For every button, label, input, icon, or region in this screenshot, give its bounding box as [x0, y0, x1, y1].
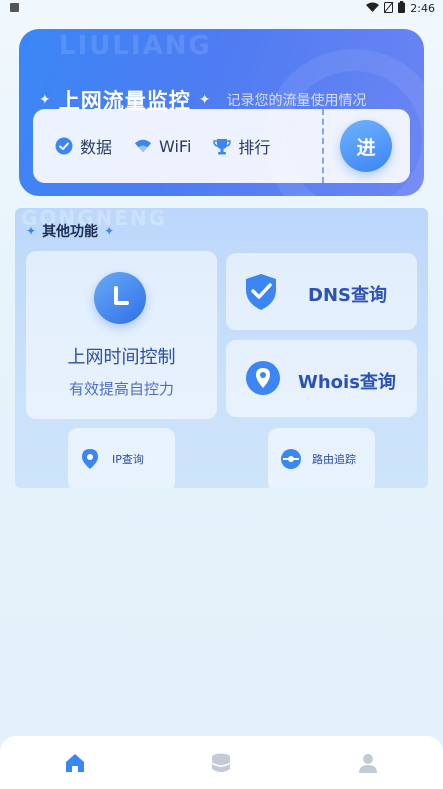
nav-stats[interactable] — [210, 752, 232, 774]
header-watermark: LIULIANG — [59, 31, 212, 61]
nav-home[interactable] — [64, 752, 86, 774]
stat-wifi-label: WiFi — [159, 136, 192, 156]
clock-icon — [94, 272, 146, 324]
location-pin-icon — [245, 360, 281, 396]
dashed-divider — [322, 109, 324, 183]
status-bar: 2:46 — [0, 0, 443, 18]
stat-rank-label: 排行 — [238, 138, 271, 157]
time-control-card[interactable]: 上网时间控制 有效提高自控力 — [26, 251, 217, 419]
stats-bar: 数据 WiFi 排行 进 — [33, 109, 410, 183]
features-title: 其他功能 — [42, 224, 99, 240]
sparkle-icon: ✦ — [104, 224, 115, 238]
no-sim-icon — [383, 1, 394, 16]
trophy-icon — [213, 137, 232, 155]
stat-data[interactable]: 数据 — [55, 134, 112, 158]
stat-wifi[interactable]: WiFi — [134, 137, 191, 156]
clock-time: 2:46 — [410, 2, 435, 15]
time-control-title: 上网时间控制 — [67, 347, 176, 368]
sparkle-icon: ✦ — [26, 224, 37, 238]
route-icon — [280, 448, 301, 470]
home-icon — [66, 754, 84, 772]
traffic-monitor-card: LIULIANG ✦ 上网流量监控 ✦ 记录您的流量使用情况 数据 WiFi 排… — [19, 29, 424, 196]
route-trace-label: 路由追踪 — [312, 453, 356, 466]
page-subtitle: 记录您的流量使用情况 — [226, 93, 367, 109]
sparkle-icon: ✦ — [198, 92, 211, 108]
ip-pin-icon — [80, 448, 100, 470]
sparkle-icon: ✦ — [39, 92, 51, 108]
stat-rank[interactable]: 排行 — [213, 134, 270, 158]
ip-query-label: IP查询 — [112, 453, 144, 466]
whois-query-label: Whois查询 — [298, 372, 396, 393]
ip-query-card[interactable]: IP查询 — [68, 428, 175, 488]
time-control-subtitle: 有效提高自控力 — [68, 380, 174, 398]
data-check-icon — [55, 137, 73, 155]
profile-icon — [359, 754, 377, 773]
nav-profile[interactable] — [357, 752, 379, 774]
dns-query-card[interactable]: DNS查询 — [226, 253, 417, 330]
other-features-panel: GONGNENG ✦ 其他功能 ✦ 上网时间控制 有效提高自控力 DNS查询 W… — [15, 208, 428, 488]
dns-query-label: DNS查询 — [308, 285, 387, 306]
enter-button[interactable]: 进 — [340, 120, 392, 172]
stat-data-label: 数据 — [80, 138, 113, 157]
bottom-nav — [0, 736, 443, 789]
notification-icon — [10, 3, 19, 12]
route-trace-card[interactable]: 路由追踪 — [268, 428, 375, 488]
features-header: ✦ 其他功能 ✦ — [26, 221, 114, 241]
wifi-icon — [366, 2, 380, 15]
status-icons: 2:46 — [366, 1, 435, 16]
shield-check-icon — [243, 273, 279, 311]
whois-query-card[interactable]: Whois查询 — [226, 340, 417, 417]
battery-icon — [398, 1, 406, 16]
wifi-icon — [134, 137, 152, 155]
stats-icon — [211, 753, 231, 772]
